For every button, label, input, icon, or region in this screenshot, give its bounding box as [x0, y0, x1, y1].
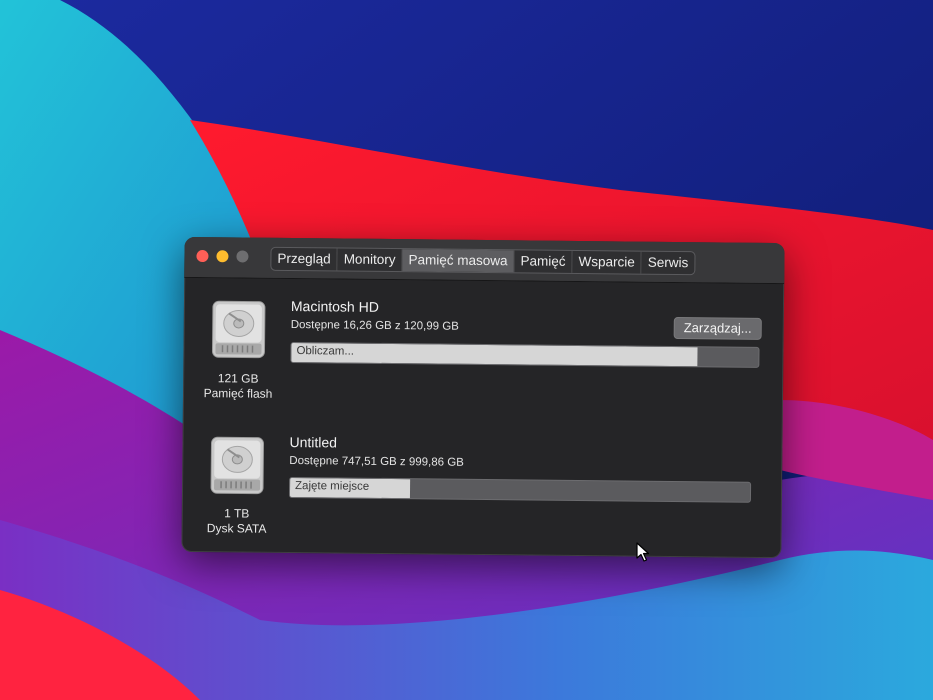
zoom-button [236, 250, 249, 263]
disk-capacity: 121 GB [217, 371, 259, 386]
storage-bar-label: Zajęte miejsce [294, 480, 370, 493]
storage-usage-bar: Zajęte miejsce [288, 476, 752, 503]
disk-capacity: 1 TB [224, 506, 250, 521]
volume-name: Macintosh HD [290, 297, 379, 315]
system-info-window: Przegląd Monitory Pamięć masowa Pamięć W… [181, 236, 785, 559]
disk-type: Dysk SATA [206, 521, 267, 536]
disk-caption: 121 GB Pamięć flash [183, 371, 293, 402]
tab-support[interactable]: Wsparcie [572, 250, 642, 274]
mouse-pointer-icon [636, 542, 650, 567]
disk-type: Pamięć flash [203, 386, 273, 401]
storage-usage-bar: Obliczam... [290, 341, 760, 368]
manage-button[interactable]: Zarządzaj... [673, 316, 762, 340]
tab-memory[interactable]: Pamięć [514, 250, 573, 273]
disk-caption: 1 TB Dysk SATA [182, 506, 292, 537]
volume-name: Untitled [289, 433, 338, 451]
title-bar: Przegląd Monitory Pamięć masowa Pamięć W… [184, 236, 785, 285]
tab-storage[interactable]: Pamięć masowa [402, 249, 515, 273]
volume-available: Dostępne 747,51 GB z 999,86 GB [289, 454, 464, 469]
tab-bar: Przegląd Monitory Pamięć masowa Pamięć W… [270, 246, 696, 276]
storage-bar-label: Obliczam... [296, 345, 355, 358]
tab-service[interactable]: Serwis [642, 252, 695, 275]
close-button[interactable] [196, 249, 209, 263]
hard-drive-icon [210, 299, 267, 360]
volume-available: Dostępne 16,26 GB z 120,99 GB [290, 318, 459, 333]
hard-drive-icon [209, 435, 266, 496]
minimize-button[interactable] [216, 250, 229, 263]
tab-displays[interactable]: Monitory [337, 248, 403, 272]
tab-overview[interactable]: Przegląd [271, 247, 338, 271]
